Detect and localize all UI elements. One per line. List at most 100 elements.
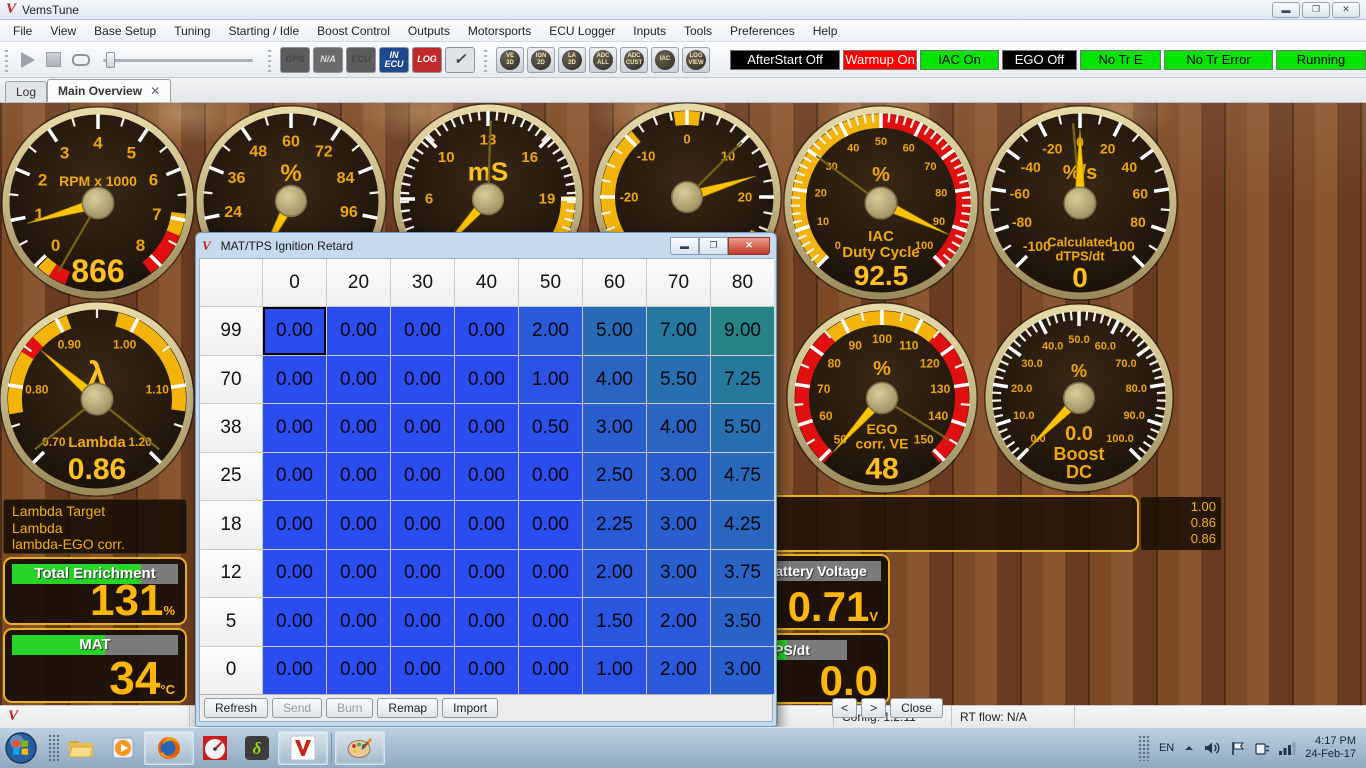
table-cell[interactable]: 0.00 — [455, 453, 518, 500]
gauge-tick-label: 8 — [136, 236, 145, 255]
table-cell[interactable]: 0.00 — [263, 550, 326, 597]
table-cell[interactable]: 0.00 — [455, 501, 518, 548]
table-cell[interactable]: 0.00 — [455, 404, 518, 451]
table-cell[interactable]: 1.50 — [583, 598, 646, 645]
dialog-titlebar[interactable]: V MAT/TPS Ignition Retard ▬ ❐ ✕ — [199, 233, 773, 258]
remap-button[interactable]: Remap — [377, 698, 438, 718]
table-cell[interactable]: 3.00 — [647, 501, 710, 548]
table-cell[interactable]: 4.00 — [583, 356, 646, 403]
gauge-text: Lambda — [68, 434, 126, 451]
gauge-text: 92.5 — [854, 260, 909, 291]
table-cell[interactable]: 2.00 — [647, 598, 710, 645]
tray-expand-icon[interactable] — [1183, 744, 1195, 752]
taskbar-s-logo-button[interactable]: δ — [236, 731, 278, 765]
table-cell[interactable]: 2.00 — [519, 307, 582, 354]
gauge-text: RPM x 1000 — [59, 173, 137, 189]
table-cell[interactable]: 0.00 — [327, 598, 390, 645]
import-button[interactable]: Import — [442, 698, 498, 718]
send-button: Send — [272, 698, 322, 718]
table-cell[interactable]: 0.00 — [263, 453, 326, 500]
table-cell[interactable]: 2.00 — [583, 550, 646, 597]
table-cell[interactable]: 0.00 — [391, 356, 454, 403]
folder-icon — [68, 737, 94, 759]
table-cell[interactable]: 2.50 — [583, 453, 646, 500]
taskbar-firefox-button[interactable] — [144, 731, 194, 765]
table-cell[interactable]: 7.00 — [647, 307, 710, 354]
table-cell[interactable]: 0.00 — [263, 307, 326, 354]
table-cell[interactable]: 0.00 — [519, 598, 582, 645]
table-cell[interactable]: 0.00 — [455, 307, 518, 354]
table-cell[interactable]: 0.50 — [519, 404, 582, 451]
table-cell[interactable]: 1.00 — [519, 356, 582, 403]
action-center-flag-icon[interactable] — [1230, 741, 1245, 756]
table-cell[interactable]: 4.25 — [711, 501, 774, 548]
taskbar-paint-button[interactable] — [335, 731, 385, 765]
gauge-tick-label: 20 — [1100, 141, 1116, 157]
table-cell[interactable]: 0.00 — [263, 501, 326, 548]
table-cell[interactable]: 0.00 — [327, 356, 390, 403]
table-cell[interactable]: 0.00 — [263, 647, 326, 694]
tray-clock[interactable]: 4:17 PM 24-Feb-17 — [1305, 735, 1356, 761]
vemstune-icon — [290, 735, 316, 761]
table-cell[interactable]: 4.00 — [647, 404, 710, 451]
table-cell[interactable]: 0.00 — [263, 404, 326, 451]
dialog-maximize-button[interactable]: ❐ — [699, 237, 728, 255]
table-cell[interactable]: 0.00 — [519, 647, 582, 694]
prev-table-button[interactable]: < — [832, 698, 857, 718]
table-cell[interactable]: 0.00 — [455, 647, 518, 694]
taskbar-vemstune-button[interactable] — [278, 731, 328, 765]
table-cell[interactable]: 0.00 — [391, 404, 454, 451]
table-cell[interactable]: 0.00 — [519, 453, 582, 500]
table-cell[interactable]: 5.00 — [583, 307, 646, 354]
table-cell[interactable]: 0.00 — [327, 647, 390, 694]
table-cell[interactable]: 0.00 — [327, 307, 390, 354]
table-cell[interactable]: 3.75 — [711, 550, 774, 597]
taskbar-explorer-button[interactable] — [60, 731, 102, 765]
table-cell[interactable]: 1.00 — [583, 647, 646, 694]
table-cell[interactable]: 0.00 — [519, 501, 582, 548]
signal-strength-icon[interactable] — [1279, 742, 1296, 755]
table-cell[interactable]: 0.00 — [263, 598, 326, 645]
table-cell[interactable]: 0.00 — [391, 501, 454, 548]
table-cell[interactable]: 0.00 — [455, 550, 518, 597]
table-cell[interactable]: 3.00 — [711, 647, 774, 694]
table-cell[interactable]: 0.00 — [391, 307, 454, 354]
table-cell[interactable]: 0.00 — [391, 647, 454, 694]
volume-icon[interactable] — [1204, 741, 1221, 755]
table-cell[interactable]: 0.00 — [391, 550, 454, 597]
table-cell[interactable]: 7.25 — [711, 356, 774, 403]
tray-language[interactable]: EN — [1159, 742, 1174, 754]
table-cell[interactable]: 0.00 — [455, 356, 518, 403]
next-table-button[interactable]: > — [861, 698, 886, 718]
table-cell[interactable]: 5.50 — [711, 404, 774, 451]
table-cell[interactable]: 5.50 — [647, 356, 710, 403]
table-cell[interactable]: 0.00 — [327, 453, 390, 500]
gauge-tick-label: -20 — [1042, 141, 1062, 157]
table-cell[interactable]: 3.00 — [647, 550, 710, 597]
table-cell[interactable]: 0.00 — [263, 356, 326, 403]
refresh-button[interactable]: Refresh — [204, 698, 268, 718]
table-cell[interactable]: 0.00 — [519, 550, 582, 597]
table-cell[interactable]: 0.00 — [327, 404, 390, 451]
taskbar-gauge-app-button[interactable] — [194, 731, 236, 765]
table-cell[interactable]: 3.00 — [583, 404, 646, 451]
table-cell[interactable]: 2.25 — [583, 501, 646, 548]
table-cell[interactable]: 2.00 — [647, 647, 710, 694]
table-cell[interactable]: 9.00 — [711, 307, 774, 354]
table-cell[interactable]: 3.50 — [711, 598, 774, 645]
table-cell[interactable]: 0.00 — [327, 550, 390, 597]
table-cell[interactable]: 4.75 — [711, 453, 774, 500]
dialog-minimize-button[interactable]: ▬ — [670, 237, 699, 255]
close-button[interactable]: Close — [890, 698, 943, 718]
taskbar-media-player-button[interactable] — [102, 731, 144, 765]
svg-text:δ: δ — [253, 739, 262, 758]
table-cell[interactable]: 0.00 — [391, 598, 454, 645]
network-plug-icon[interactable] — [1254, 741, 1270, 756]
gauge-tick-label: 20 — [738, 190, 752, 205]
dialog-close-button[interactable]: ✕ — [728, 237, 770, 255]
start-button[interactable] — [0, 731, 42, 765]
table-cell[interactable]: 0.00 — [327, 501, 390, 548]
table-cell[interactable]: 0.00 — [455, 598, 518, 645]
table-cell[interactable]: 3.00 — [647, 453, 710, 500]
table-cell[interactable]: 0.00 — [391, 453, 454, 500]
